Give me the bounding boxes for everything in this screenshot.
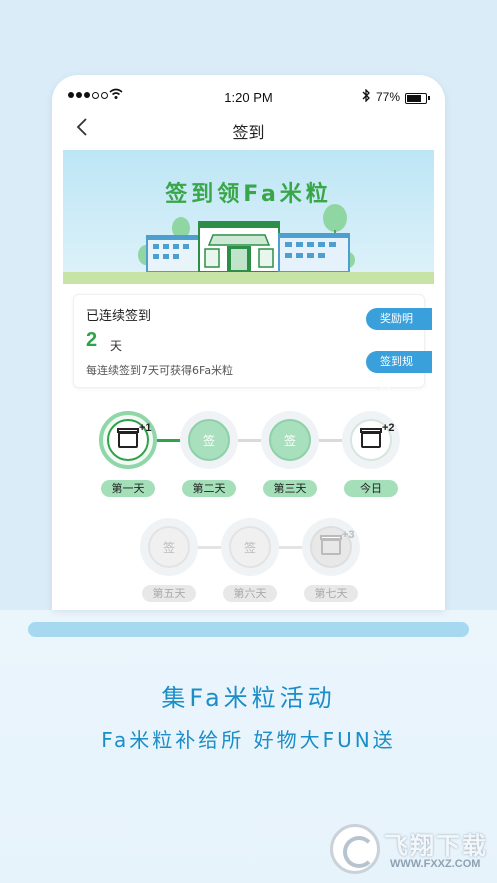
- day-3-stamp: 签: [269, 419, 311, 461]
- decorative-bar: [28, 622, 469, 637]
- banner-ground: [63, 272, 434, 284]
- streak-heading: 已连续签到: [86, 309, 152, 324]
- day-7-bonus: +3: [342, 529, 355, 541]
- watermark-text: 飞翔下载: [384, 832, 488, 860]
- streak-card: 已连续签到 2 天 每连续签到7天可获得6Fa米粒 奖励明细 签到规则: [73, 294, 432, 390]
- watermark-logo-icon: [330, 824, 380, 874]
- sign-in-banner: 签到领Fa米粒: [63, 150, 434, 284]
- day-6-circle[interactable]: 签: [221, 518, 279, 576]
- status-bar: 1:20 PM 77%: [63, 88, 434, 108]
- streak-note: 每连续签到7天可获得6Fa米粒: [86, 364, 234, 377]
- sign-in-rules-button[interactable]: 签到规则: [366, 351, 432, 390]
- watermark-url: WWW.FXXZ.COM: [390, 858, 481, 870]
- nav-bar: 签到: [63, 108, 434, 150]
- reward-details-button[interactable]: 奖励明细: [366, 308, 432, 347]
- day-5-circle[interactable]: 签: [140, 518, 198, 576]
- phone-screen: 1:20 PM 77% 签到 签到领Fa米粒 已连续签到 2 天 每连续签到7天…: [63, 88, 434, 610]
- streak-unit: 天: [110, 339, 123, 353]
- day-6-stamp: 签: [229, 526, 271, 568]
- day-7-circle[interactable]: [302, 518, 360, 576]
- day-4-label: 今日: [344, 480, 398, 497]
- day-1-label: 第一天: [101, 480, 155, 497]
- gift-box-icon: [117, 428, 139, 448]
- gift-box-icon: [360, 428, 382, 448]
- buildings-illustration: [138, 204, 355, 273]
- day-2-stamp: 签: [188, 419, 230, 461]
- gift-box-icon: [320, 535, 342, 555]
- day-3-circle[interactable]: 签: [261, 411, 319, 469]
- day-4-bonus: +2: [382, 422, 395, 434]
- battery-icon: [405, 93, 430, 104]
- promo-headline: 集Fa米粒活动: [161, 684, 336, 712]
- site-watermark: 飞翔下载 WWW.FXXZ.COM: [330, 822, 490, 878]
- promo-subline: Fa米粒补给所 好物大FUN送: [101, 728, 396, 752]
- bluetooth-icon: [361, 88, 371, 105]
- day-2-label: 第二天: [182, 480, 236, 497]
- page-title: 签到: [232, 123, 265, 142]
- day-1-circle[interactable]: [99, 411, 157, 469]
- day-2-circle[interactable]: 签: [180, 411, 238, 469]
- day-5-stamp: 签: [148, 526, 190, 568]
- day-3-label: 第三天: [263, 480, 317, 497]
- day-4-circle[interactable]: [342, 411, 400, 469]
- day-1-bonus: +1: [139, 422, 152, 434]
- day-5-label: 第五天: [142, 585, 196, 602]
- battery-percent: 77%: [376, 90, 401, 104]
- streak-days: 2: [86, 329, 98, 351]
- day-6-label: 第六天: [223, 585, 277, 602]
- day-7-label: 第七天: [304, 585, 358, 602]
